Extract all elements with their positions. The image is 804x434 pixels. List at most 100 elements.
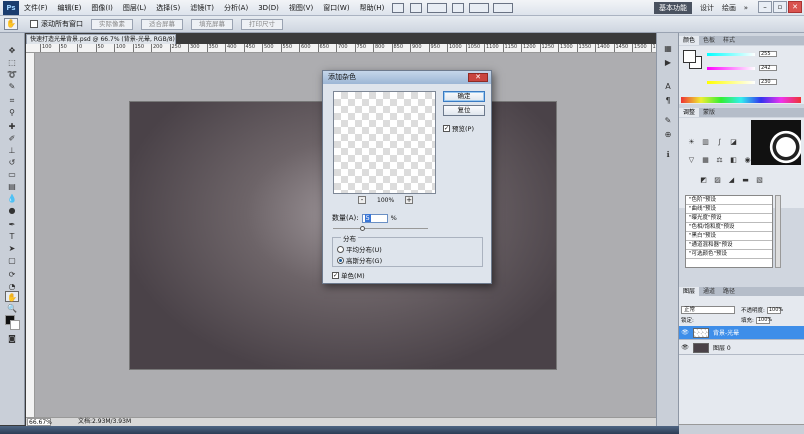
menu-view[interactable]: 视图(V) [284,0,318,16]
brush-tool-icon[interactable]: ✐ [5,133,19,144]
blue-value[interactable]: 230 [759,79,777,85]
menu-file[interactable]: 文件(F) [19,0,53,16]
document-tab[interactable]: 快速打造光晕背景.psd @ 66.7% (背景-光晕, RGB/8) * [26,34,176,44]
exposure-icon[interactable]: ◪ [729,138,738,147]
lasso-tool-icon[interactable]: ➰ [5,69,19,80]
close-icon[interactable]: ✕ [788,1,802,13]
workspace-painting-link[interactable]: 绘画 [722,2,736,14]
color-panel-foreground-swatch[interactable] [683,50,696,63]
workspace-more-button[interactable]: » [744,2,748,14]
gradient-tool-icon[interactable]: ▤ [5,181,19,192]
gaussian-option[interactable]: 高斯分布(G) [337,255,382,265]
preset-hue-saturation[interactable]: "色相/饱和度"预设 [686,223,772,232]
arrange-documents-dropdown[interactable] [469,2,490,13]
hue-saturation-icon[interactable]: ▦ [701,156,710,165]
menu-analysis[interactable]: 分析(A) [219,0,253,16]
hand-tool-icon[interactable]: ✋ [5,291,19,302]
red-value[interactable]: 255 [759,51,777,57]
tab-layers[interactable]: 图层 [679,287,700,296]
character-icon[interactable]: A [662,81,674,92]
workspace-essentials-button[interactable]: 基本功能 [654,2,692,14]
tab-adjustments[interactable]: 调整 [679,108,700,117]
amount-slider-handle[interactable] [360,226,365,231]
preset-levels[interactable]: "色阶"预设 [686,196,772,205]
curves-icon[interactable]: ∫ [715,138,724,147]
clone-stamp-tool-icon[interactable]: ⊥ [5,145,19,156]
tab-paths[interactable]: 路径 [719,287,739,296]
opacity-input[interactable]: 100% [766,306,783,314]
ok-button[interactable]: 确定 [443,91,485,102]
menu-image[interactable]: 图像(I) [86,0,118,16]
black-white-icon[interactable]: ◧ [729,156,738,165]
amount-slider-track[interactable] [333,228,428,229]
info-icon[interactable]: ℹ [662,149,674,160]
photo-filter-icon[interactable]: ◉ [743,156,752,165]
dialog-close-icon[interactable]: ✕ [468,73,488,82]
workspace-design-link[interactable]: 设计 [700,2,714,14]
scroll-all-windows-checkbox[interactable] [30,20,38,28]
quick-mask-icon[interactable]: ◙ [5,333,19,344]
paragraph-icon[interactable]: ¶ [662,95,674,106]
menu-select[interactable]: 选择(S) [151,0,185,16]
tab-swatches[interactable]: 色板 [699,36,719,45]
vibrance-icon[interactable]: ▽ [687,156,696,165]
brush-presets-icon[interactable]: ✎ [662,115,674,126]
presets-scrollbar[interactable] [775,195,781,268]
bridge-icon[interactable] [392,2,405,13]
eye-icon[interactable]: 👁 [681,344,689,351]
red-slider-row[interactable]: 255 [707,51,777,57]
fit-screen-button[interactable]: 适合屏幕 [141,18,183,30]
monochromatic-option[interactable]: ✓ 单色(M) [332,270,365,280]
layer-row-layer0[interactable]: 👁 图层 0 [679,341,804,355]
preset-selective-color[interactable]: "可选颜色"预设 [686,250,772,259]
gradient-map-icon[interactable]: ▬ [741,176,750,185]
move-tool-icon[interactable]: ✥ [5,45,19,56]
eyedropper-tool-icon[interactable]: ⚲ [5,107,19,118]
posterize-icon[interactable]: ▨ [713,176,722,185]
menu-3d[interactable]: 3D(D) [253,0,284,16]
preset-channel-mixer[interactable]: "通道混和器"预设 [686,241,772,250]
reset-button[interactable]: 复位 [443,105,485,116]
preset-black-white[interactable]: "黑白"预设 [686,232,772,241]
blue-slider[interactable] [707,80,755,84]
menu-edit[interactable]: 编辑(E) [53,0,87,16]
zoom-field[interactable]: 66.67% [27,418,52,426]
preview-checkbox[interactable]: ✓ [443,124,450,132]
layer-row-glow[interactable]: 👁 背景-光晕 [679,326,804,340]
minimize-icon[interactable]: – [758,1,772,13]
clone-source-icon[interactable]: ⊕ [662,129,674,140]
threshold-icon[interactable]: ◢ [727,176,736,185]
amount-input[interactable]: 5 [361,213,388,223]
invert-icon[interactable]: ◩ [699,176,708,185]
dodge-tool-icon[interactable]: ● [5,205,19,216]
3d-rotate-tool-icon[interactable]: ⟳ [5,269,19,280]
preview-option[interactable]: ✓ 预览(P) [443,123,474,133]
preset-exposure[interactable]: "曝光度"预设 [686,214,772,223]
color-spectrum-bar[interactable] [681,97,801,103]
green-value[interactable]: 242 [759,65,777,71]
menu-layer[interactable]: 图层(L) [118,0,151,16]
shape-tool-icon[interactable]: ▢ [5,255,19,266]
menu-window[interactable]: 窗口(W) [318,0,354,16]
crop-tool-icon[interactable]: ⌗ [5,95,19,106]
pen-tool-icon[interactable]: ✒ [5,219,19,230]
monochromatic-checkbox[interactable]: ✓ [332,271,339,279]
marquee-tool-icon[interactable]: ⬚ [5,57,19,68]
preset-curves[interactable]: "曲线"预设 [686,205,772,214]
menu-help[interactable]: 帮助(H) [355,0,390,16]
path-select-tool-icon[interactable]: ➤ [5,243,19,254]
blue-slider-row[interactable]: 230 [707,79,777,85]
tab-styles[interactable]: 样式 [719,36,739,45]
color-balance-icon[interactable]: ⚖ [715,156,724,165]
levels-icon[interactable]: ▥ [701,138,710,147]
zoom-tool-icon[interactable]: 🔍 [5,303,19,314]
zoom-level-dropdown[interactable] [427,2,448,13]
gaussian-radio[interactable] [337,256,344,264]
menu-filter[interactable]: 滤镜(T) [185,0,219,16]
eye-icon[interactable]: 👁 [681,329,689,336]
hand-tool-preset-icon[interactable]: ✋ [4,18,18,30]
filter-preview[interactable] [333,91,436,194]
fill-input[interactable]: 100% [755,316,772,324]
green-slider[interactable] [707,66,755,70]
hand-tool-icon[interactable] [452,2,465,13]
